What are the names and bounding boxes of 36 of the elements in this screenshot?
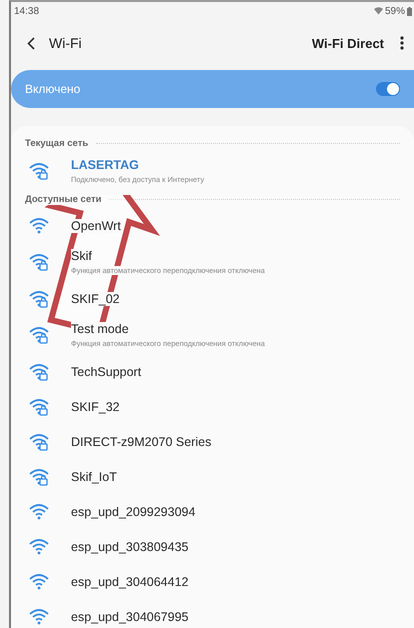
section-header: Доступные сети bbox=[25, 194, 102, 205]
network-name: TechSupport bbox=[71, 364, 142, 378]
status-time: 14:38 bbox=[14, 6, 40, 16]
network-row[interactable]: esp_upd_2099293094 bbox=[11, 494, 414, 529]
battery-icon bbox=[407, 6, 412, 16]
network-name: DIRECT-z9M2070 Series bbox=[71, 434, 212, 448]
network-name: Skif_IoT bbox=[71, 470, 117, 484]
toggle-switch[interactable] bbox=[376, 82, 400, 96]
page-title: Wi-Fi bbox=[49, 35, 83, 51]
network-name: esp_upd_303809435 bbox=[71, 540, 188, 554]
more-icon bbox=[400, 36, 404, 50]
network-name: SKIF_02 bbox=[71, 292, 120, 306]
wifi-direct-button[interactable]: Wi-Fi Direct bbox=[312, 36, 384, 50]
network-row[interactable]: SKIF_32 bbox=[11, 389, 414, 424]
back-button[interactable] bbox=[25, 34, 37, 52]
network-name: OpenWrt bbox=[71, 218, 121, 232]
network-name: SKIF_32 bbox=[71, 400, 120, 414]
network-name: Skif bbox=[71, 249, 92, 263]
more-options-button[interactable] bbox=[398, 34, 406, 52]
network-name: Test mode bbox=[71, 322, 129, 336]
network-row[interactable]: esp_upd_303809435 bbox=[11, 529, 414, 564]
section-header: Текущая сеть bbox=[25, 138, 88, 149]
network-name: esp_upd_304064412 bbox=[71, 574, 188, 588]
wifi-signal-icon bbox=[374, 7, 383, 15]
battery-percent: 59% bbox=[384, 6, 405, 16]
network-row[interactable]: Skif_IoT bbox=[11, 459, 414, 494]
network-row[interactable]: esp_upd_304067995 bbox=[11, 599, 414, 628]
network-row[interactable]: OpenWrt bbox=[11, 208, 414, 243]
network-row[interactable]: DIRECT-z9M2070 Series bbox=[11, 424, 414, 459]
network-row[interactable]: TechSupport bbox=[11, 354, 414, 389]
switch-label: Включено bbox=[25, 82, 80, 96]
network-row[interactable]: SKIF_02 bbox=[11, 281, 414, 316]
network-name: esp_upd_2099293094 bbox=[71, 504, 196, 518]
network-name: esp_upd_304067995 bbox=[71, 610, 188, 624]
network-name: LASERTAG bbox=[71, 158, 139, 172]
network-row[interactable]: esp_upd_304064412 bbox=[11, 564, 414, 599]
